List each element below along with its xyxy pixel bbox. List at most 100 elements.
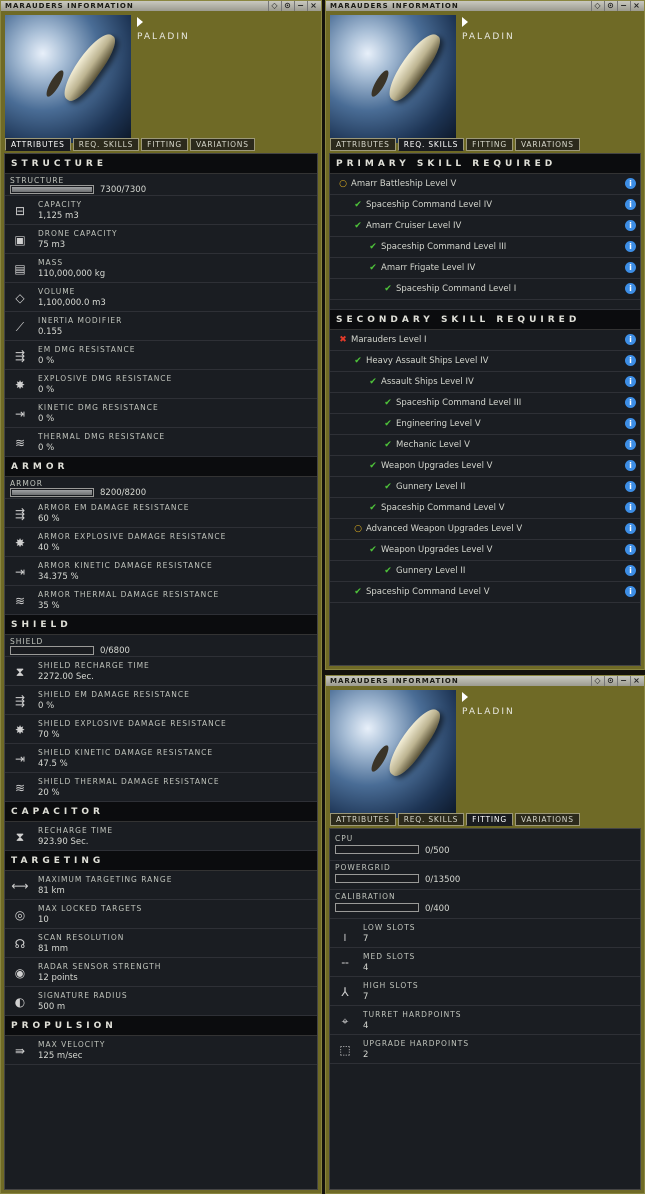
info-icon[interactable]: i [625, 397, 636, 408]
tab-attributes[interactable]: ATTRIBUTES [330, 813, 396, 826]
info-icon[interactable]: i [625, 355, 636, 366]
info-icon[interactable]: i [625, 565, 636, 576]
attribute-row[interactable]: ≋ SHIELD THERMAL DAMAGE RESISTANCE 20 % [5, 773, 317, 802]
tab-fitting[interactable]: FITTING [466, 813, 513, 826]
attribute-row[interactable]: ☊ SCAN RESOLUTION 81 mm [5, 929, 317, 958]
skill-row[interactable]: ✔ Mechanic Level V i [330, 435, 640, 456]
attribute-row[interactable]: ⅄ HIGH SLOTS 7 [330, 977, 640, 1006]
attribute-row[interactable]: ⇥ SHIELD KINETIC DAMAGE RESISTANCE 47.5 % [5, 744, 317, 773]
info-icon[interactable]: i [625, 376, 636, 387]
tab-variations[interactable]: VARIATIONS [514, 813, 580, 826]
ship-thumbnail[interactable] [5, 15, 131, 143]
skill-row[interactable]: ✖ Marauders Level I i [330, 330, 640, 351]
skill-row[interactable]: ✔ Spaceship Command Level I i [330, 279, 640, 300]
minimize-button[interactable]: − [294, 1, 307, 11]
skill-row[interactable]: ✔ Spaceship Command Level V i [330, 498, 640, 519]
info-icon[interactable]: i [625, 439, 636, 450]
skill-row[interactable]: ✔ Gunnery Level II i [330, 561, 640, 582]
attribute-row[interactable]: ✸ EXPLOSIVE DMG RESISTANCE 0 % [5, 370, 317, 399]
attribute-row[interactable]: ≋ THERMAL DMG RESISTANCE 0 % [5, 428, 317, 457]
attribute-row[interactable]: ⌖ TURRET HARDPOINTS 4 [330, 1006, 640, 1035]
attribute-row[interactable]: ✸ ARMOR EXPLOSIVE DAMAGE RESISTANCE 40 % [5, 528, 317, 557]
title-bar[interactable]: MARAUDERS INFORMATION ◇ ⊙ − × [326, 676, 644, 686]
attribute-row[interactable]: ⇥ KINETIC DMG RESISTANCE 0 % [5, 399, 317, 428]
attribute-row[interactable]: ⧗ SHIELD RECHARGE TIME 2272.00 Sec. [5, 657, 317, 686]
skill-row[interactable]: ✔ Spaceship Command Level V i [330, 582, 640, 603]
attribute-row[interactable]: ▣ DRONE CAPACITY 75 m3 [5, 225, 317, 254]
skill-row[interactable]: ✔ Spaceship Command Level III i [330, 237, 640, 258]
skill-row[interactable]: ✔ Amarr Frigate Level IV i [330, 258, 640, 279]
attribute-row[interactable]: ◇ VOLUME 1,100,000.0 m3 [5, 283, 317, 312]
tab-attributes[interactable]: ATTRIBUTES [5, 138, 71, 151]
attribute-row[interactable]: ≋ ARMOR THERMAL DAMAGE RESISTANCE 35 % [5, 586, 317, 615]
info-icon[interactable]: i [625, 523, 636, 534]
skill-row[interactable]: ✔ Heavy Assault Ships Level IV i [330, 351, 640, 372]
info-icon[interactable]: i [625, 502, 636, 513]
info-icon[interactable]: i [625, 460, 636, 471]
info-icon[interactable]: i [625, 334, 636, 345]
tab-fitting[interactable]: FITTING [141, 138, 188, 151]
title-bar[interactable]: MARAUDERS INFORMATION ◇ ⊙ − × [1, 1, 321, 11]
ship-thumbnail[interactable] [330, 690, 456, 818]
info-icon[interactable]: i [625, 178, 636, 189]
skill-row[interactable]: ✔ Spaceship Command Level IV i [330, 195, 640, 216]
close-button[interactable]: × [630, 1, 643, 11]
pin-icon[interactable]: ◇ [268, 1, 281, 11]
attribute-row[interactable]: ⬚ UPGRADE HARDPOINTS 2 [330, 1035, 640, 1064]
minimize-button[interactable]: − [617, 676, 630, 686]
skill-row[interactable]: ○ Advanced Weapon Upgrades Level V i [330, 519, 640, 540]
attribute-row[interactable]: ⧗ RECHARGE TIME 923.90 Sec. [5, 822, 317, 851]
attribute-row[interactable]: ╌ MED SLOTS 4 [330, 948, 640, 977]
attribute-row[interactable]: ⊟ CAPACITY 1,125 m3 [5, 196, 317, 225]
pin-icon[interactable]: ◇ [591, 1, 604, 11]
attribute-row[interactable]: ◐ SIGNATURE RADIUS 500 m [5, 987, 317, 1016]
info-icon[interactable]: i [625, 283, 636, 294]
attribute-row[interactable]: ⇶ EM DMG RESISTANCE 0 % [5, 341, 317, 370]
skill-row[interactable]: ✔ Assault Ships Level IV i [330, 372, 640, 393]
attribute-row[interactable]: ◎ MAX LOCKED TARGETS 10 [5, 900, 317, 929]
attribute-row[interactable]: ╷ LOW SLOTS 7 [330, 919, 640, 948]
skill-row[interactable]: ✔ Amarr Cruiser Level IV i [330, 216, 640, 237]
info-icon[interactable]: i [625, 418, 636, 429]
tab-variations[interactable]: VARIATIONS [514, 138, 580, 151]
attribute-row[interactable]: ⇶ SHIELD EM DAMAGE RESISTANCE 0 % [5, 686, 317, 715]
skill-row[interactable]: ✔ Engineering Level V i [330, 414, 640, 435]
close-button[interactable]: × [630, 676, 643, 686]
pin-icon[interactable]: ◇ [591, 676, 604, 686]
skill-row[interactable]: ✔ Weapon Upgrades Level V i [330, 456, 640, 477]
attribute-row[interactable]: ▤ MASS 110,000,000 kg [5, 254, 317, 283]
attribute-row[interactable]: ⟷ MAXIMUM TARGETING RANGE 81 km [5, 871, 317, 900]
info-icon[interactable]: i [625, 199, 636, 210]
attribute-row[interactable]: ⟋ INERTIA MODIFIER 0.155 [5, 312, 317, 341]
info-icon[interactable]: i [625, 262, 636, 273]
skill-row[interactable]: ✔ Gunnery Level II i [330, 477, 640, 498]
skill-row[interactable]: ○ Amarr Battleship Level V i [330, 174, 640, 195]
skill-row[interactable]: ✔ Weapon Upgrades Level V i [330, 540, 640, 561]
info-icon[interactable]: i [625, 586, 636, 597]
tab-req-skills[interactable]: REQ. SKILLS [397, 138, 465, 151]
tab-variations[interactable]: VARIATIONS [189, 138, 255, 151]
info-icon[interactable]: i [625, 241, 636, 252]
tab-req-skills[interactable]: REQ. SKILLS [397, 813, 465, 826]
expand-arrow-icon[interactable] [137, 17, 143, 27]
skill-row[interactable]: ✔ Spaceship Command Level III i [330, 393, 640, 414]
attribute-row[interactable]: ⇛ MAX VELOCITY 125 m/sec [5, 1036, 317, 1065]
info-icon[interactable]: i [625, 544, 636, 555]
settings-icon[interactable]: ⊙ [604, 676, 617, 686]
info-icon[interactable]: i [625, 481, 636, 492]
close-button[interactable]: × [307, 1, 320, 11]
attribute-row[interactable]: ⇥ ARMOR KINETIC DAMAGE RESISTANCE 34.375 % [5, 557, 317, 586]
attribute-row[interactable]: ✸ SHIELD EXPLOSIVE DAMAGE RESISTANCE 70 % [5, 715, 317, 744]
expand-arrow-icon[interactable] [462, 17, 468, 27]
tab-attributes[interactable]: ATTRIBUTES [330, 138, 396, 151]
minimize-button[interactable]: − [617, 1, 630, 11]
ship-thumbnail[interactable] [330, 15, 456, 143]
expand-arrow-icon[interactable] [462, 692, 468, 702]
tab-fitting[interactable]: FITTING [466, 138, 513, 151]
attribute-row[interactable]: ◉ RADAR SENSOR STRENGTH 12 points [5, 958, 317, 987]
title-bar[interactable]: MARAUDERS INFORMATION ◇ ⊙ − × [326, 1, 644, 11]
info-icon[interactable]: i [625, 220, 636, 231]
settings-icon[interactable]: ⊙ [281, 1, 294, 11]
settings-icon[interactable]: ⊙ [604, 1, 617, 11]
attribute-row[interactable]: ⇶ ARMOR EM DAMAGE RESISTANCE 60 % [5, 499, 317, 528]
